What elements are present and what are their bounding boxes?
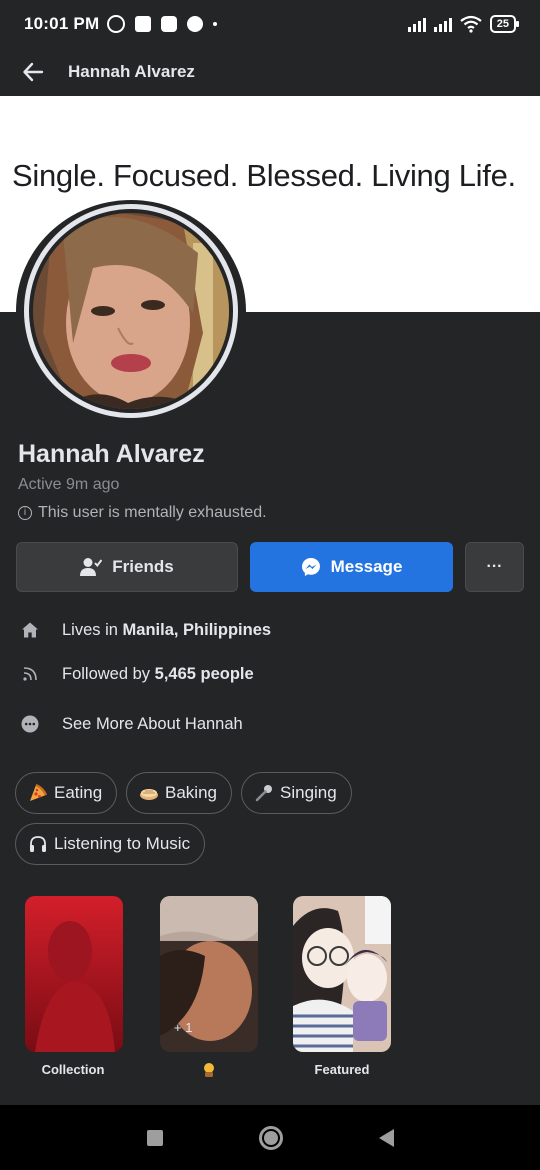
followers-row: Followed by 5,465 people — [20, 664, 254, 684]
hobby-label: Singing — [280, 783, 337, 802]
wifi-icon — [460, 15, 482, 33]
action-buttons: Friends Message ··· — [16, 542, 524, 592]
active-status: Active 9m ago — [18, 476, 120, 493]
highlight-featured-image — [293, 896, 391, 1052]
android-nav-bar — [0, 1105, 540, 1170]
back-arrow-icon[interactable] — [22, 61, 44, 83]
cover-text: Single. Focused. Blessed. Living Life. — [12, 158, 516, 193]
smiley-emoji-icon — [204, 1063, 214, 1077]
headphones-icon — [28, 834, 48, 854]
highlight-more-count: + 1 — [174, 1020, 193, 1035]
see-more-about-row[interactable]: See More About Hannah — [20, 714, 243, 734]
message-label: Message — [330, 557, 403, 576]
friends-label: Friends — [112, 557, 174, 576]
recents-icon[interactable] — [146, 1129, 163, 1146]
friends-check-icon — [80, 558, 103, 576]
hobby-label: Listening to Music — [54, 834, 191, 853]
followed-prefix: Followed by — [62, 664, 155, 683]
lives-prefix: Lives in — [62, 620, 123, 639]
avatar — [33, 213, 229, 409]
messenger-icon — [301, 558, 320, 576]
status-bar: 10:01 PM 25 — [0, 0, 540, 48]
home-button-icon[interactable] — [258, 1125, 283, 1150]
more-notifications-icon — [213, 22, 218, 26]
home-icon — [20, 620, 40, 640]
hobby-chip-baking[interactable]: Baking — [126, 772, 232, 814]
message-button[interactable]: Message — [250, 542, 453, 592]
info-icon: i — [18, 506, 32, 520]
note-text: This user is mentally exhausted. — [38, 504, 267, 521]
signal-icon-2 — [433, 16, 452, 32]
hobby-chip-singing[interactable]: Singing — [241, 772, 352, 814]
friends-button[interactable]: Friends — [16, 542, 238, 592]
highlight-collection-label: Collection — [41, 1062, 105, 1077]
highlight-second-label — [149, 1062, 269, 1081]
messenger-notification-icon — [161, 16, 178, 32]
profile-name: Hannah Alvarez — [18, 440, 205, 468]
system-icons: 25 — [407, 15, 520, 33]
highlight-collection[interactable] — [25, 896, 123, 1052]
pie-icon — [139, 783, 159, 803]
notification-icons — [107, 15, 218, 33]
rss-followers-icon — [20, 664, 40, 684]
pizza-icon — [28, 783, 48, 803]
header-title: Hannah Alvarez — [68, 62, 195, 81]
hobby-chip-eating[interactable]: Eating — [15, 772, 118, 814]
battery-icon: 25 — [489, 15, 520, 33]
profile-note: i This user is mentally exhausted. — [18, 504, 267, 522]
shopping-bag-icon — [135, 16, 152, 32]
notification-dot-icon — [187, 16, 204, 32]
more-options-button[interactable]: ··· — [465, 542, 524, 592]
status-time: 10:01 PM — [24, 14, 100, 33]
more-options-icon: ··· — [486, 558, 503, 575]
highlight-featured[interactable] — [293, 896, 391, 1052]
hobby-label: Baking — [165, 783, 217, 802]
lives-place[interactable]: Manila, Philippines — [123, 621, 272, 640]
highlight-collection-image — [25, 896, 123, 1052]
lives-in-row: Lives in Manila, Philippines — [20, 620, 271, 640]
see-more-label: See More About Hannah — [62, 714, 243, 733]
highlight-featured-label: Featured — [314, 1062, 370, 1077]
highlight-second[interactable]: + 1 — [160, 896, 258, 1052]
microphone-icon — [254, 783, 274, 803]
hobby-chip-listening-to-music[interactable]: Listening to Music — [15, 823, 206, 865]
signal-icon — [407, 16, 426, 32]
more-dots-icon — [20, 714, 40, 734]
back-triangle-icon[interactable] — [378, 1128, 394, 1147]
hobby-label: Eating — [54, 783, 103, 802]
app-header: Hannah Alvarez — [0, 48, 540, 96]
profile-photo — [33, 213, 229, 409]
profile-picture-frame[interactable] — [16, 200, 246, 422]
followed-count[interactable]: 5,465 people — [155, 665, 254, 684]
alarm-icon — [107, 15, 126, 33]
